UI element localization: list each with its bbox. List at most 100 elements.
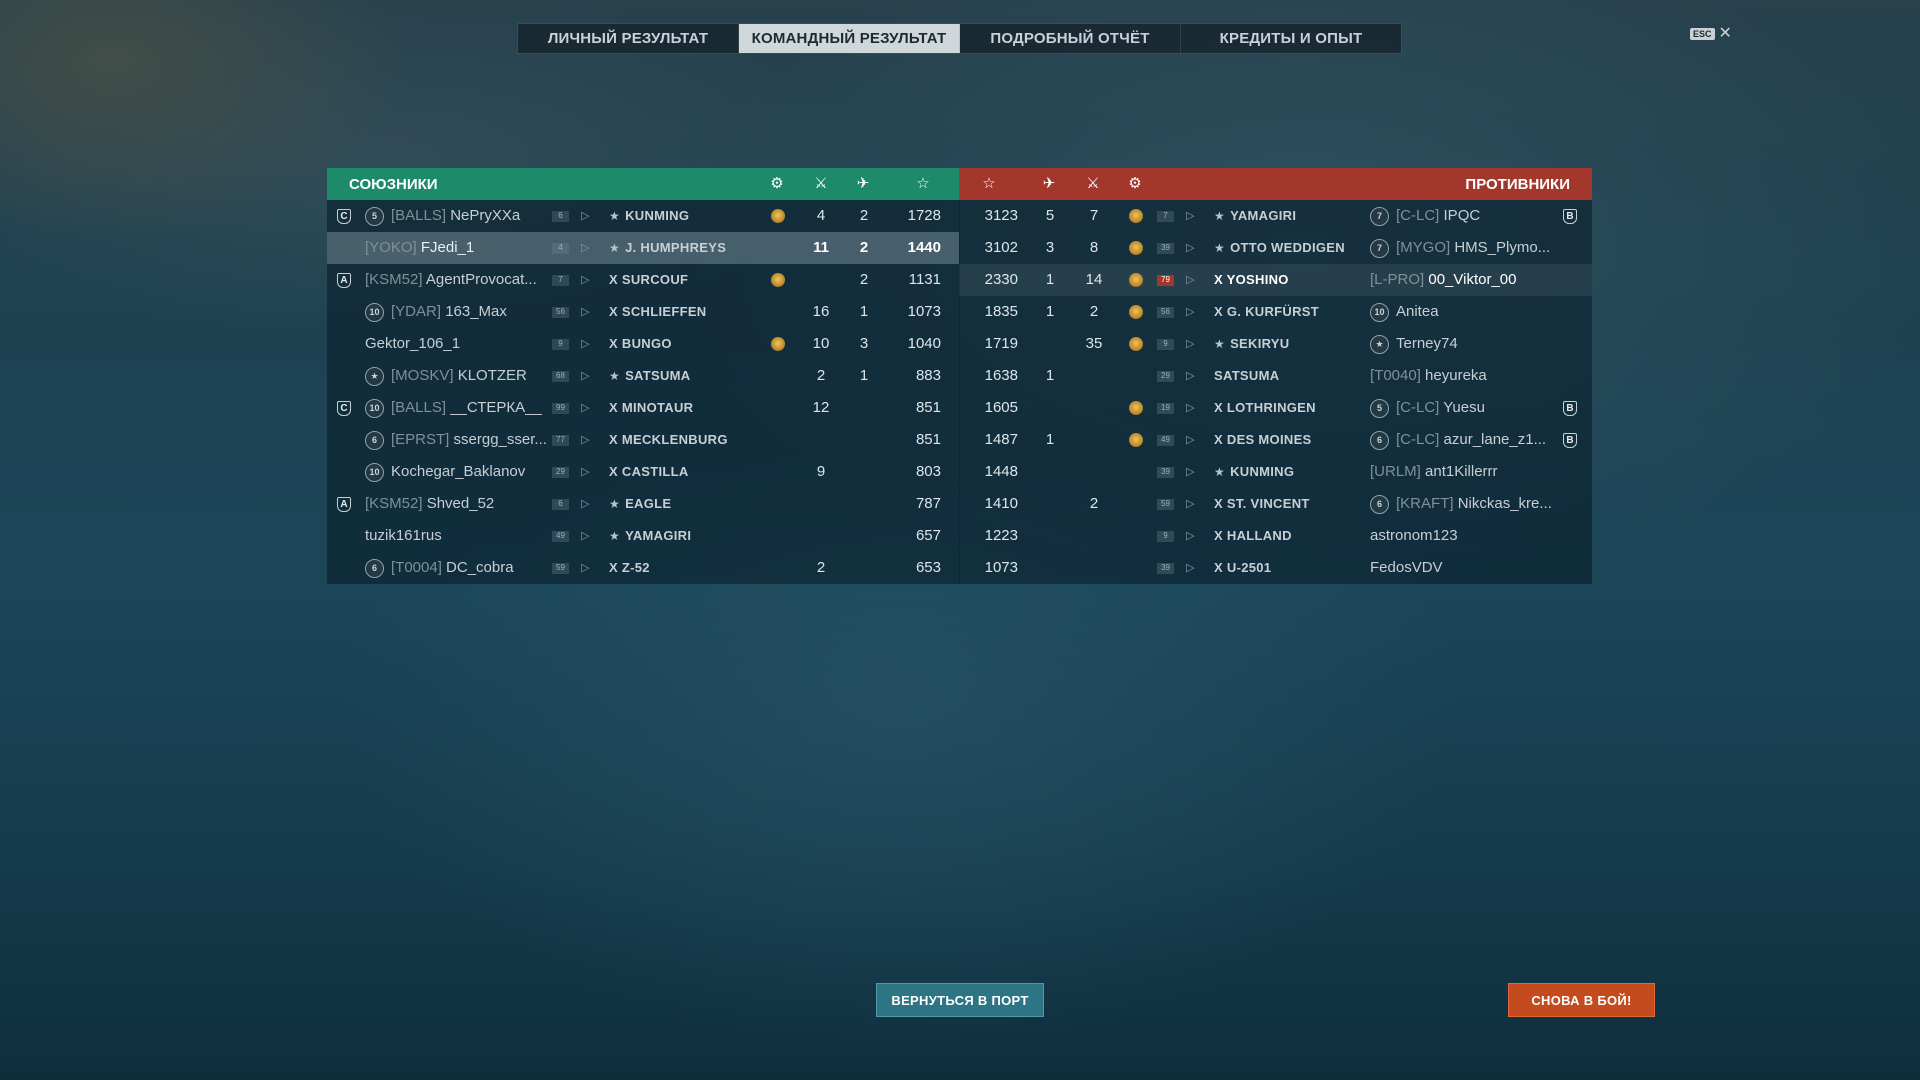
enemy-player[interactable]: 1073 39 ▷ X U-2501 FedosVDV xyxy=(959,552,1592,584)
player-nickname: Shved_52 xyxy=(426,495,495,512)
medal-column-icon: ⚙ xyxy=(1128,175,1142,192)
tab-2[interactable]: ПОДРОБНЫЙ ОТЧЁТ xyxy=(960,24,1181,53)
ship-class-icon: ▷ xyxy=(581,466,590,478)
ship-title: X CASTILLA xyxy=(609,464,689,479)
medal-icon xyxy=(1129,209,1143,223)
xp-value: 653 xyxy=(915,559,941,576)
medal-icon xyxy=(1129,273,1143,287)
premium-star-icon: ★ xyxy=(609,529,621,543)
clan-tag: [EPRST] xyxy=(391,431,450,448)
ship-class-icon: ▷ xyxy=(581,210,590,222)
enemy-player[interactable]: 1638 1 29 ▷ SATSUMA [T0040] heyureka xyxy=(959,360,1592,392)
ship-class-icon: ▷ xyxy=(581,530,590,542)
ally-player[interactable]: ★ [MOSKV] KLOTZER 68 ▷ ★ SATSUMA 2 1 883 xyxy=(327,360,959,392)
ship-class-icon: ▷ xyxy=(581,242,590,254)
clan-tag: [C-LC] xyxy=(1396,399,1440,416)
frags-column-icon: ⚔ xyxy=(814,175,828,192)
ship-class-icon: ▷ xyxy=(1186,434,1195,446)
player-name: [KSM52] Shved_52 xyxy=(365,488,494,520)
enemy-player[interactable]: 3123 5 7 7 ▷ ★ YAMAGIRI 7 [C-LC] IPQC B xyxy=(959,200,1592,232)
ally-player[interactable]: A [KSM52] Shved_52 6 ▷ ★ EAGLE 787 xyxy=(327,488,959,520)
player-nickname: azur_lane_z1... xyxy=(1443,431,1547,448)
frags-value xyxy=(806,424,836,456)
table-header: СОЮЗНИКИ ⚙ ⚔ ✈ ☆ ☆ ✈ ⚔ ⚙ ПРОТИВНИКИ xyxy=(327,168,1592,200)
player-name: [BALLS] NePryXXa xyxy=(391,200,520,232)
enemy-player[interactable]: 1719 35 9 ▷ ★ SEKIRYU ★ Terney74 xyxy=(959,328,1592,360)
ship-class-icon: ▷ xyxy=(1186,562,1195,574)
ship-class-icon: ▷ xyxy=(581,562,590,574)
ship-name: X Z-52 xyxy=(609,552,650,584)
frags-value xyxy=(806,520,836,552)
table-row: [YOKO] FJedi_1 4 ▷ ★ J. HUMPHREYS 11 2 1440 3102… xyxy=(327,232,1592,264)
xp-value: 1440 xyxy=(907,239,941,256)
tab-1[interactable]: КОМАНДНЫЙ РЕЗУЛЬТАТ xyxy=(739,24,960,53)
rank-icon: 5 xyxy=(365,207,384,226)
ally-player[interactable]: 6 [T0004] DC_cobra 59 ▷ X Z-52 2 653 xyxy=(327,552,959,584)
ship-level-badge: 77 xyxy=(552,435,569,446)
xp-value: 1448 xyxy=(984,463,1018,480)
frags-value: 10 xyxy=(812,335,830,352)
medal-column-icon: ⚙ xyxy=(770,175,784,192)
player-name: Anitea xyxy=(1396,296,1439,328)
ship-class-icon: ▷ xyxy=(581,274,590,286)
enemy-player[interactable]: 1223 9 ▷ X HALLAND astronom123 xyxy=(959,520,1592,552)
enemy-player[interactable]: 1835 1 2 56 ▷ X G. KURFÜRST 10 Anitea xyxy=(959,296,1592,328)
medal-icon xyxy=(1129,401,1143,415)
clan-tag: [YOKO] xyxy=(365,239,417,256)
ally-player[interactable]: C 10 [BALLS] __СТЕРКА__ 99 ▷ X MINOTAUR 12 851 xyxy=(327,392,959,424)
ally-player[interactable]: 6 [EPRST] ssergg_sser... 77 ▷ X MECKLENBURG 8… xyxy=(327,424,959,456)
planes-value xyxy=(1035,456,1065,488)
xp-value: 3123 xyxy=(984,207,1018,224)
return-to-port-button[interactable]: ВЕРНУТЬСЯ В ПОРТ xyxy=(876,983,1044,1017)
ship-title: X MECKLENBURG xyxy=(609,432,728,447)
ship-title: J. HUMPHREYS xyxy=(625,240,727,255)
ship-class-icon: ▷ xyxy=(581,306,590,318)
planes-value xyxy=(849,456,879,488)
ship-level-badge: 59 xyxy=(1157,499,1174,510)
ship-title: X Z-52 xyxy=(609,560,650,575)
ship-title: X G. KURFÜRST xyxy=(1214,304,1320,319)
player-nickname: AgentProvocat... xyxy=(425,271,537,288)
enemy-player[interactable]: 2330 1 14 79 ▷ X YOSHINO [L-PRO] 00_Viktor_00 xyxy=(959,264,1592,296)
ship-name: X YOSHINO xyxy=(1214,264,1289,296)
division-icon: C xyxy=(337,209,351,224)
ship-title: YAMAGIRI xyxy=(625,528,692,543)
xp-value: 1605 xyxy=(984,399,1018,416)
enemy-player[interactable]: 1448 39 ▷ ★ KUNMING [URLM] ant1Killerrr xyxy=(959,456,1592,488)
ship-title: SEKIRYU xyxy=(1230,336,1290,351)
enemy-player[interactable]: 1605 19 ▷ X LOTHRINGEN 5 [C-LC] Yuesu B xyxy=(959,392,1592,424)
player-name: [KRAFT] Nikckas_kre... xyxy=(1396,488,1552,520)
premium-star-icon: ★ xyxy=(609,241,621,255)
player-name: [C-LC] azur_lane_z1... xyxy=(1396,424,1546,456)
frags-value: 2 xyxy=(1089,495,1099,512)
frags-value xyxy=(1079,392,1109,424)
allies-header: СОЮЗНИКИ ⚙ ⚔ ✈ ☆ xyxy=(327,168,959,200)
ally-player[interactable]: Gektor_106_1 9 ▷ X BUNGO 10 3 1040 xyxy=(327,328,959,360)
ally-player[interactable]: tuzik161rus 49 ▷ ★ YAMAGIRI 657 xyxy=(327,520,959,552)
ship-class-icon: ▷ xyxy=(581,370,590,382)
premium-star-icon: ★ xyxy=(1214,209,1226,223)
xp-value: 3102 xyxy=(984,239,1018,256)
ship-level-badge: 99 xyxy=(552,403,569,414)
xp-column-icon: ☆ xyxy=(982,175,996,192)
xp-value: 1487 xyxy=(984,431,1018,448)
close-button[interactable]: ESC ✕ xyxy=(1690,26,1732,42)
ship-level-badge: 7 xyxy=(552,275,569,286)
ally-player[interactable]: 10 [YDAR] 163_Max 56 ▷ X SCHLIEFFEN 16 1 1073 xyxy=(327,296,959,328)
xp-value: 657 xyxy=(915,527,941,544)
planes-value: 3 xyxy=(859,335,869,352)
ship-title: KUNMING xyxy=(625,208,690,223)
ally-player[interactable]: A [KSM52] AgentProvocat... 7 ▷ X SURCOUF 2 113… xyxy=(327,264,959,296)
ally-player[interactable]: C 5 [BALLS] NePryXXa 6 ▷ ★ KUNMING 4 2 1728 xyxy=(327,200,959,232)
ship-level-badge: 39 xyxy=(1157,243,1174,254)
tab-3[interactable]: КРЕДИТЫ И ОПЫТ xyxy=(1181,24,1401,53)
enemy-player[interactable]: 1487 1 49 ▷ X DES MOINES 6 [C-LC] azur_lane_z1… xyxy=(959,424,1592,456)
xp-value: 851 xyxy=(915,431,941,448)
ally-player[interactable]: 10 Kochegar_Baklanov 29 ▷ X CASTILLA 9 803 xyxy=(327,456,959,488)
enemy-player[interactable]: 3102 3 8 39 ▷ ★ OTTO WEDDIGEN 7 [MYGO] HMS_Plymo… xyxy=(959,232,1592,264)
battle-again-button[interactable]: СНОВА В БОЙ! xyxy=(1508,983,1655,1017)
tab-0[interactable]: ЛИЧНЫЙ РЕЗУЛЬТАТ xyxy=(518,24,739,53)
ally-player[interactable]: [YOKO] FJedi_1 4 ▷ ★ J. HUMPHREYS 11 2 1440 xyxy=(327,232,959,264)
enemy-player[interactable]: 1410 2 59 ▷ X ST. VINCENT 6 [KRAFT] Nikckas_kr… xyxy=(959,488,1592,520)
ship-title: X BUNGO xyxy=(609,336,672,351)
